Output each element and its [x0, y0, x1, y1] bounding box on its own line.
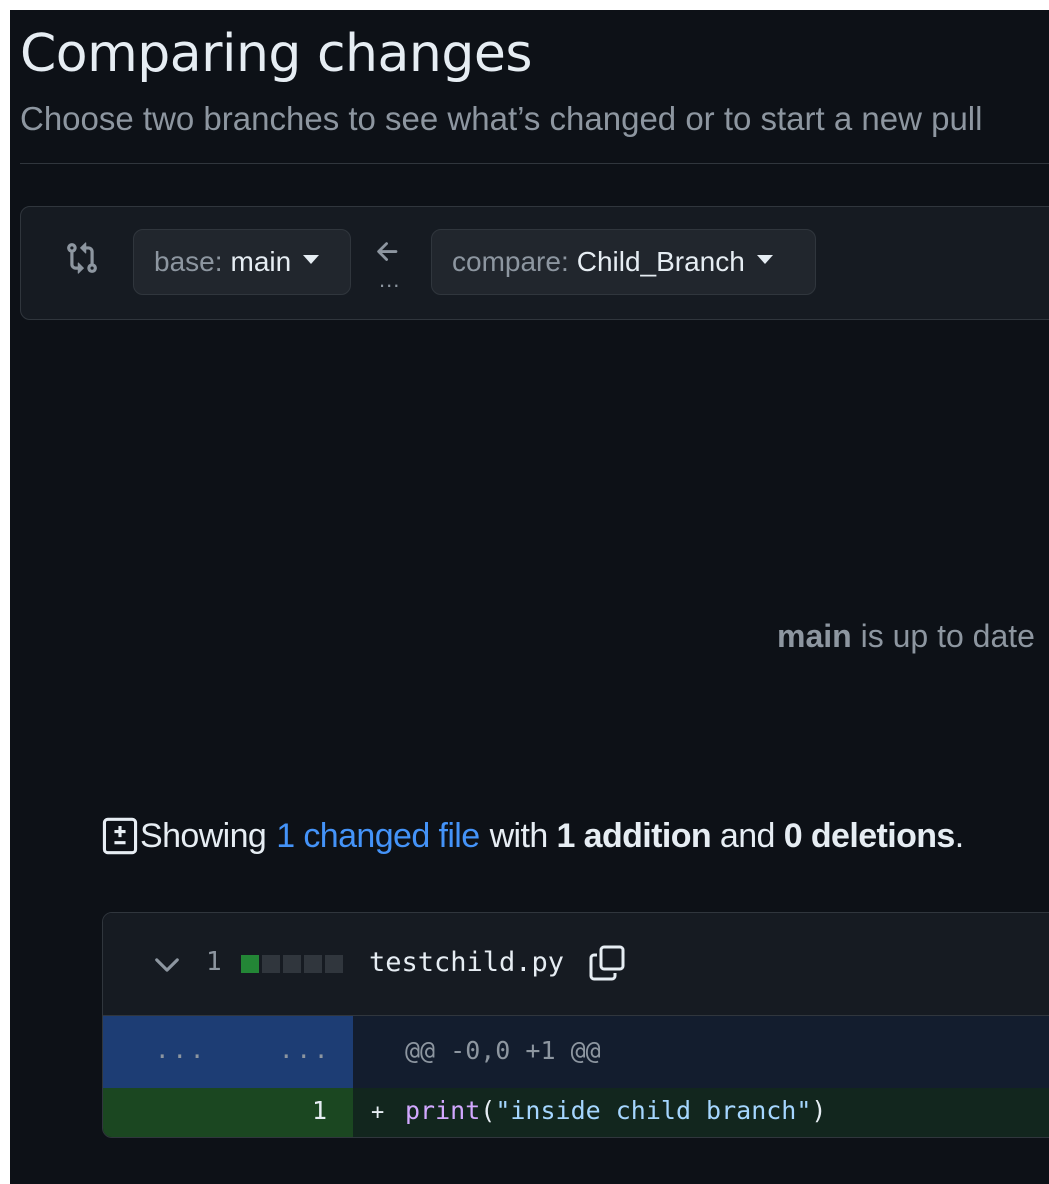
diffstat-block-neutral [283, 955, 301, 973]
page-subtitle: Choose two branches to see what’s change… [20, 100, 983, 137]
diff-line-added: 1 + print("inside child branch") [103, 1088, 1049, 1137]
hunk-old-expand: ... [155, 1036, 208, 1064]
base-label: base: [154, 246, 223, 277]
base-value: main [230, 246, 292, 277]
diff-line-code: + print("inside child branch") [353, 1088, 1049, 1137]
line-number-gutter[interactable]: 1 [103, 1088, 353, 1137]
code-token-function: print [405, 1096, 481, 1125]
diffstat-block-neutral [325, 955, 343, 973]
diffstat-block-neutral [304, 955, 322, 973]
code-token-paren-open: ( [480, 1096, 496, 1125]
hunk-new-expand: ... [279, 1036, 332, 1064]
code-content: print("inside child branch") [405, 1096, 826, 1125]
file-header: 1 testchild.py [103, 913, 1049, 1016]
addition-marker: + [371, 1100, 385, 1125]
base-branch-select[interactable]: base: main [133, 229, 351, 295]
diffstat-block-added [241, 955, 259, 973]
file-changes-count: 1 [206, 947, 222, 977]
git-compare-icon [67, 242, 97, 274]
file-name-link[interactable]: testchild.py [369, 947, 564, 978]
summary-with: with [489, 816, 549, 855]
code-token-string: "inside child branch" [495, 1096, 812, 1125]
deletions-count: 0 deletions [783, 816, 956, 855]
page: Comparing changes Choose two branches to… [10, 10, 1049, 1184]
arrow-left-icon [377, 242, 398, 261]
hunk-header-text: @@ -0,0 +1 @@ [405, 1036, 601, 1065]
diffstat-block-neutral [262, 955, 280, 973]
caret-down-icon [756, 254, 773, 264]
summary-prefix: Showing [140, 816, 267, 855]
range-editor: base: main ... compare: Child_Branch [20, 206, 1049, 320]
status-text: is up to date [860, 618, 1035, 654]
up-to-date-message: main is up to date [777, 618, 1035, 655]
code-token-paren-close: ) [811, 1096, 827, 1125]
status-branch: main [777, 618, 852, 654]
divider [20, 163, 1049, 164]
summary-period: . [954, 816, 964, 855]
diffstat [241, 955, 343, 973]
chevron-down-icon[interactable] [153, 953, 181, 977]
line-number: 1 [311, 1096, 327, 1125]
diff-summary: Showing 1 changed file with 1 addition a… [102, 816, 964, 856]
summary-and: and [719, 816, 776, 855]
compare-value: Child_Branch [576, 246, 745, 277]
copy-icon[interactable] [587, 943, 627, 983]
hunk-header: @@ -0,0 +1 @@ [353, 1016, 1049, 1088]
compare-branch-select[interactable]: compare: Child_Branch [431, 229, 816, 295]
file-diff-icon [102, 817, 138, 855]
changed-files-link[interactable]: 1 changed file [276, 817, 480, 856]
compare-label: compare: [452, 246, 569, 277]
caret-down-icon [303, 254, 320, 264]
page-title: Comparing changes [20, 24, 532, 84]
range-ellipsis: ... [379, 267, 401, 292]
hunk-gutter[interactable]: ... ... [103, 1016, 353, 1088]
file-diff: 1 testchild.py ... ... @@ -0,0 +1 @@ 1 +… [102, 912, 1049, 1138]
additions-count: 1 addition [556, 816, 712, 855]
hunk-row: ... ... @@ -0,0 +1 @@ [103, 1016, 1049, 1088]
